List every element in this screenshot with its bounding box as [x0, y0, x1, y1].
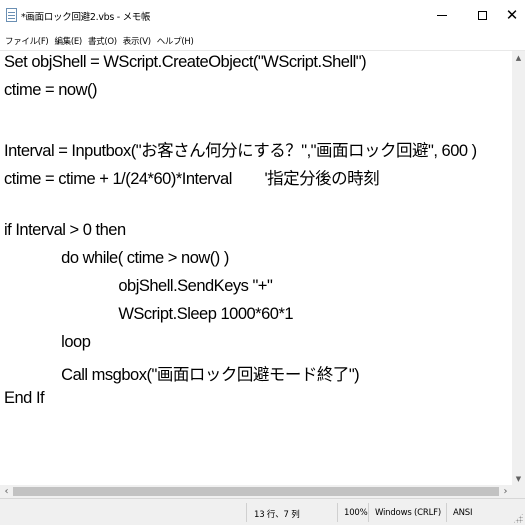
zoom-level: 100% — [344, 508, 368, 518]
scroll-right-icon[interactable]: › — [499, 485, 512, 498]
status-divider — [446, 503, 447, 522]
code-line: loop — [4, 333, 91, 351]
status-divider — [246, 503, 247, 522]
scroll-up-icon[interactable]: ▲ — [512, 51, 525, 64]
horizontal-scrollbar[interactable]: ‹ › — [0, 485, 512, 498]
code-line: Call msgbox("画面ロック回避モード終了") — [4, 366, 360, 384]
status-divider — [368, 503, 369, 522]
title-bar[interactable]: *画面ロック回避2.vbs - メモ帳 ✕ — [0, 0, 525, 32]
menu-format[interactable]: 書式(O) — [86, 35, 119, 47]
menu-file[interactable]: ファイル(F) — [3, 35, 50, 47]
menu-edit[interactable]: 編集(E) — [52, 35, 84, 47]
scroll-down-icon[interactable]: ▼ — [512, 472, 525, 485]
notepad-icon — [6, 8, 17, 22]
line-ending: Windows (CRLF) — [375, 508, 441, 518]
menu-view[interactable]: 表示(V) — [121, 35, 153, 47]
code-line: End If — [4, 389, 45, 407]
scrollbar-corner — [512, 485, 525, 498]
text-editor[interactable]: Set objShell = WScript.CreateObject("WSc… — [0, 51, 512, 485]
minimize-icon — [437, 14, 447, 16]
scroll-left-icon[interactable]: ‹ — [0, 485, 13, 498]
close-button[interactable]: ✕ — [495, 0, 525, 30]
code-line: objShell.SendKeys "+" — [4, 277, 273, 295]
encoding: ANSI — [453, 508, 473, 518]
minimize-button[interactable] — [425, 0, 459, 30]
resize-grip-icon[interactable] — [513, 513, 523, 523]
vertical-scrollbar[interactable]: ▲ ▼ — [512, 51, 525, 485]
menu-help[interactable]: ヘルプ(H) — [155, 35, 196, 47]
menu-bar: ファイル(F) 編集(E) 書式(O) 表示(V) ヘルプ(H) — [0, 32, 525, 50]
code-line: ctime = ctime + 1/(24*60)*Interval '指定分後… — [4, 170, 380, 188]
horizontal-scroll-thumb[interactable] — [13, 487, 499, 496]
code-line: WScript.Sleep 1000*60*1 — [4, 305, 294, 323]
status-divider — [337, 503, 338, 522]
cursor-position: 13 行、7 列 — [254, 510, 300, 520]
maximize-button[interactable] — [465, 0, 499, 30]
code-line: Set objShell = WScript.CreateObject("WSc… — [4, 53, 367, 71]
code-line: do while( ctime > now() ) — [4, 249, 229, 267]
code-line: Interval = Inputbox("お客さん何分にする？","画面ロック回… — [4, 142, 477, 160]
code-line: ctime = now() — [4, 81, 97, 99]
maximize-icon — [477, 10, 487, 20]
code-line: if Interval > 0 then — [4, 221, 126, 239]
window-title: *画面ロック回避2.vbs - メモ帳 — [21, 12, 151, 23]
status-bar: 13 行、7 列 100% Windows (CRLF) ANSI — [0, 498, 525, 525]
close-icon: ✕ — [505, 5, 519, 24]
